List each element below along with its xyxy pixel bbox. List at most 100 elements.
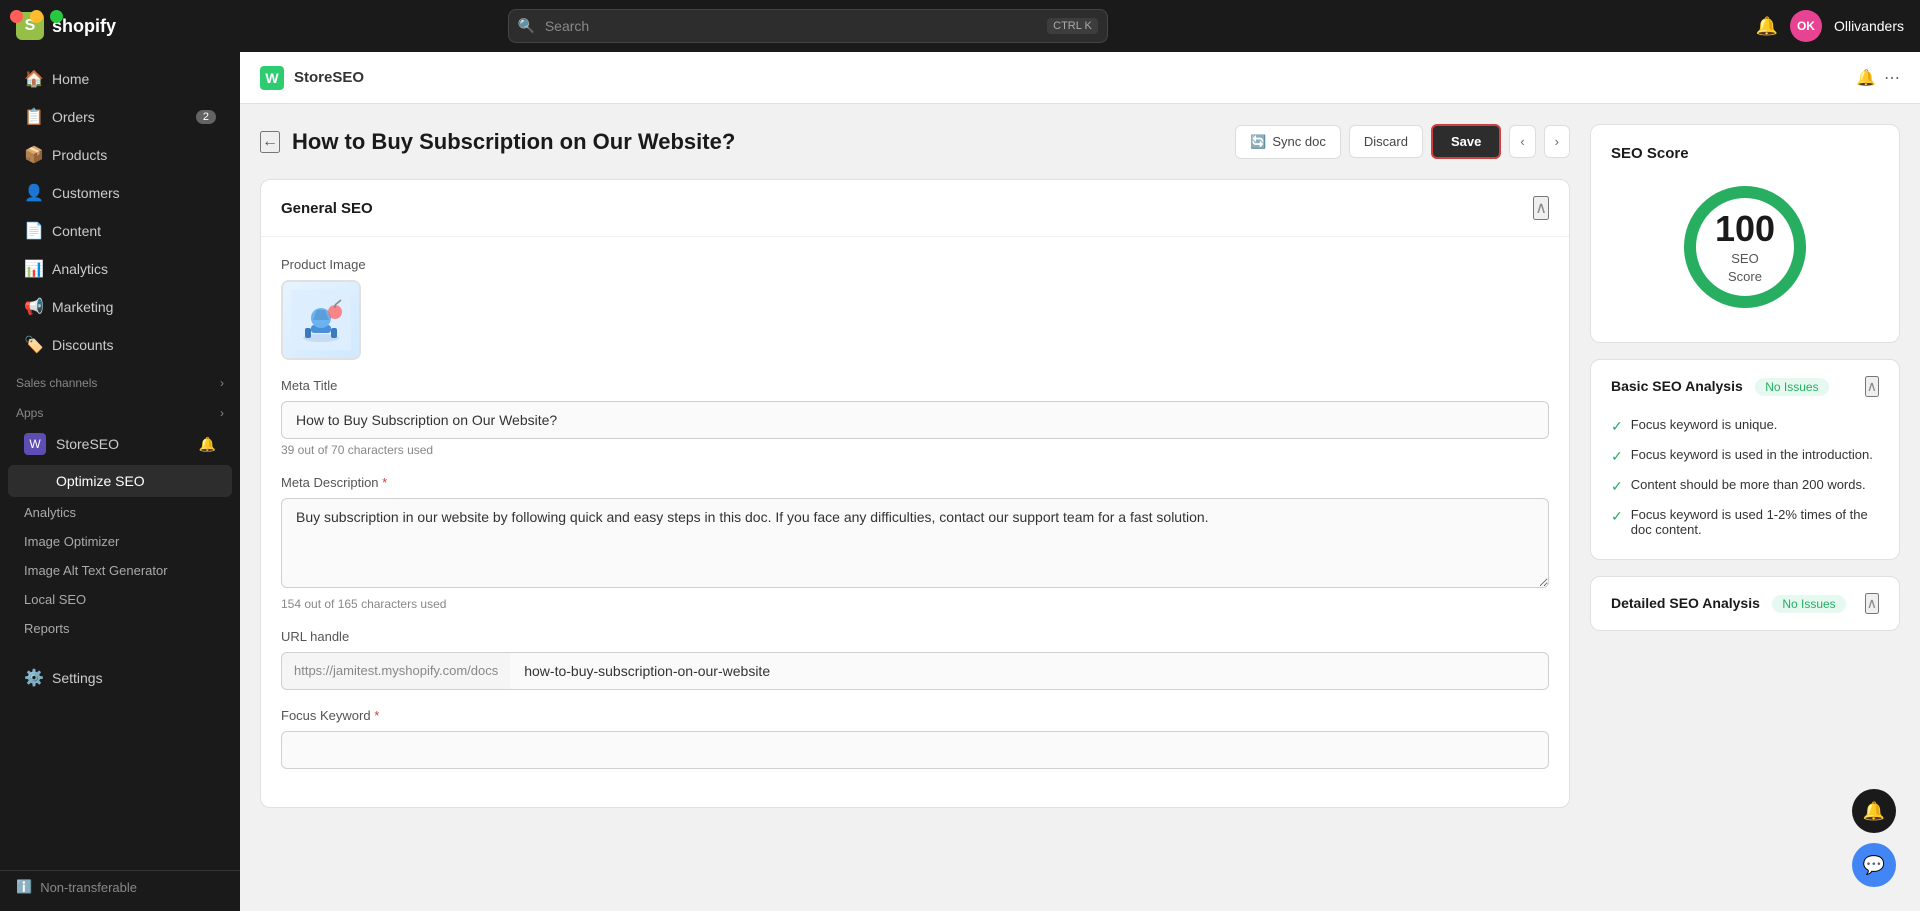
storeseo-label: StoreSEO — [56, 436, 119, 452]
non-transferable-bar: ℹ️ Non-transferable — [0, 870, 240, 903]
score-circle-text: 100 SEO Score — [1713, 208, 1778, 286]
focus-keyword-label: Focus Keyword * — [281, 708, 1549, 723]
sidebar-label-orders: Orders — [52, 109, 95, 125]
meta-title-field: Meta Title 39 out of 70 characters used — [281, 378, 1549, 457]
app-header-left: W StoreSEO — [260, 66, 364, 90]
sidebar-item-storeseo[interactable]: W StoreSEO 🔔 — [8, 425, 232, 463]
general-seo-collapse-button[interactable]: ∧ — [1533, 196, 1549, 220]
discard-button[interactable]: Discard — [1349, 125, 1423, 158]
page-content: ← How to Buy Subscription on Our Website… — [240, 104, 1920, 911]
score-number: 100 — [1713, 208, 1778, 250]
search-icon: 🔍 — [518, 18, 535, 35]
sidebar-label-content: Content — [52, 223, 101, 239]
sidebar-item-orders[interactable]: 📋 Orders 2 — [8, 99, 232, 135]
sidebar-item-analytics[interactable]: 📊 Analytics — [8, 251, 232, 287]
detailed-seo-collapse-button[interactable]: ∧ — [1865, 593, 1879, 614]
page-actions: 🔄 Sync doc Discard Save ‹ › — [1235, 124, 1570, 159]
basic-seo-collapse-button[interactable]: ∧ — [1865, 376, 1879, 397]
meta-title-label: Meta Title — [281, 378, 1549, 393]
fab-notification-button[interactable]: 🔔 — [1852, 789, 1896, 833]
basic-seo-item-4: ✓ Focus keyword is used 1-2% times of th… — [1611, 501, 1879, 543]
sidebar-item-marketing[interactable]: 📢 Marketing — [8, 289, 232, 325]
sub-image-alt-text-label: Image Alt Text Generator — [24, 563, 168, 578]
sidebar-label-discounts: Discounts — [52, 337, 113, 353]
basic-seo-badge: No Issues — [1755, 378, 1828, 396]
focus-keyword-field: Focus Keyword * — [281, 708, 1549, 769]
sub-image-optimizer-label: Image Optimizer — [24, 534, 119, 549]
meta-title-char-count: 39 out of 70 characters used — [281, 443, 1549, 457]
fab-container: 🔔 💬 — [1852, 789, 1896, 887]
sidebar-sub-local-seo[interactable]: Local SEO — [8, 586, 232, 613]
sidebar-item-home[interactable]: 🏠 Home — [8, 61, 232, 97]
fab-chat-button[interactable]: 💬 — [1852, 843, 1896, 887]
focus-keyword-required: * — [374, 708, 379, 723]
sidebar-label-analytics: Analytics — [52, 261, 108, 277]
sidebar-sub-analytics[interactable]: Analytics — [8, 499, 232, 526]
app-title: StoreSEO — [294, 69, 364, 86]
page-title: How to Buy Subscription on Our Website? — [292, 129, 735, 155]
meta-description-input[interactable]: Buy subscription in our website by follo… — [281, 498, 1549, 588]
detailed-seo-header: Detailed SEO Analysis No Issues ∧ — [1611, 593, 1879, 614]
sidebar-sub-image-alt-text[interactable]: Image Alt Text Generator — [8, 557, 232, 584]
sync-doc-button[interactable]: 🔄 Sync doc — [1235, 125, 1341, 159]
store-name: Ollivanders — [1834, 18, 1904, 34]
back-button[interactable]: ← — [260, 131, 280, 153]
sidebar-item-optimize-seo[interactable]: Optimize SEO — [8, 465, 232, 497]
basic-seo-item-3: ✓ Content should be more than 200 words. — [1611, 471, 1879, 501]
save-button[interactable]: Save — [1431, 124, 1501, 159]
customers-icon: 👤 — [24, 183, 42, 203]
minimize-button[interactable] — [30, 10, 43, 23]
sales-channels-chevron[interactable]: › — [220, 376, 224, 390]
sub-analytics-label: Analytics — [24, 505, 76, 520]
sidebar-item-settings[interactable]: ⚙️ Settings — [8, 660, 232, 696]
analytics-icon: 📊 — [24, 259, 42, 279]
sidebar-item-content[interactable]: 📄 Content — [8, 213, 232, 249]
apps-section: Apps › — [0, 394, 240, 424]
window-controls — [10, 10, 63, 23]
storeseo-bell-icon[interactable]: 🔔 — [199, 436, 216, 453]
sales-channels-label: Sales channels — [16, 376, 97, 390]
app-header: W StoreSEO 🔔 ⋯ — [240, 52, 1920, 104]
score-label-text: SEO Score — [1728, 251, 1762, 284]
check-icon-1: ✓ — [1611, 418, 1623, 435]
meta-description-required: * — [382, 475, 387, 490]
check-icon-2: ✓ — [1611, 448, 1623, 465]
sidebar-label-home: Home — [52, 71, 89, 87]
settings-icon: ⚙️ — [24, 668, 42, 688]
app-header-more-icon[interactable]: ⋯ — [1884, 68, 1900, 88]
next-button[interactable]: › — [1544, 125, 1570, 158]
search-input[interactable] — [508, 9, 1108, 43]
non-transferable-label: Non-transferable — [40, 880, 137, 895]
storeseo-app-icon: W — [24, 433, 46, 455]
optimize-seo-label: Optimize SEO — [56, 473, 145, 489]
prev-button[interactable]: ‹ — [1509, 125, 1535, 158]
right-panel: SEO Score 100 SEO Score — [1590, 124, 1900, 891]
orders-icon: 📋 — [24, 107, 42, 127]
focus-keyword-input[interactable] — [281, 731, 1549, 769]
sidebar-item-customers[interactable]: 👤 Customers — [8, 175, 232, 211]
apps-chevron[interactable]: › — [220, 406, 224, 420]
detailed-seo-badge: No Issues — [1772, 595, 1845, 613]
sidebar-item-products[interactable]: 📦 Products — [8, 137, 232, 173]
basic-seo-title: Basic SEO Analysis — [1611, 378, 1743, 394]
basic-seo-item-2: ✓ Focus keyword is used in the introduct… — [1611, 441, 1879, 471]
sidebar-item-discounts[interactable]: 🏷️ Discounts — [8, 327, 232, 363]
basic-seo-item-1-text: Focus keyword is unique. — [1631, 417, 1778, 432]
url-handle-field: URL handle https://jamitest.myshopify.co… — [281, 629, 1549, 690]
notification-bell-icon[interactable]: 🔔 — [1756, 16, 1778, 37]
close-button[interactable] — [10, 10, 23, 23]
url-handle-input[interactable] — [510, 652, 1549, 690]
general-seo-body: Product Image — [261, 237, 1569, 807]
sidebar-sub-image-optimizer[interactable]: Image Optimizer — [8, 528, 232, 555]
maximize-button[interactable] — [50, 10, 63, 23]
orders-badge: 2 — [196, 110, 216, 124]
topbar: S shopify 🔍 CTRL K 🔔 OK Ollivanders — [0, 0, 1920, 52]
user-avatar[interactable]: OK — [1790, 10, 1822, 42]
meta-title-input[interactable] — [281, 401, 1549, 439]
sidebar-sub-reports[interactable]: Reports — [8, 615, 232, 642]
check-icon-3: ✓ — [1611, 478, 1623, 495]
app-header-bell-icon[interactable]: 🔔 — [1856, 68, 1876, 88]
general-seo-title: General SEO — [281, 200, 373, 217]
app-logo: W — [260, 66, 284, 90]
sales-channels-section: Sales channels › — [0, 364, 240, 394]
